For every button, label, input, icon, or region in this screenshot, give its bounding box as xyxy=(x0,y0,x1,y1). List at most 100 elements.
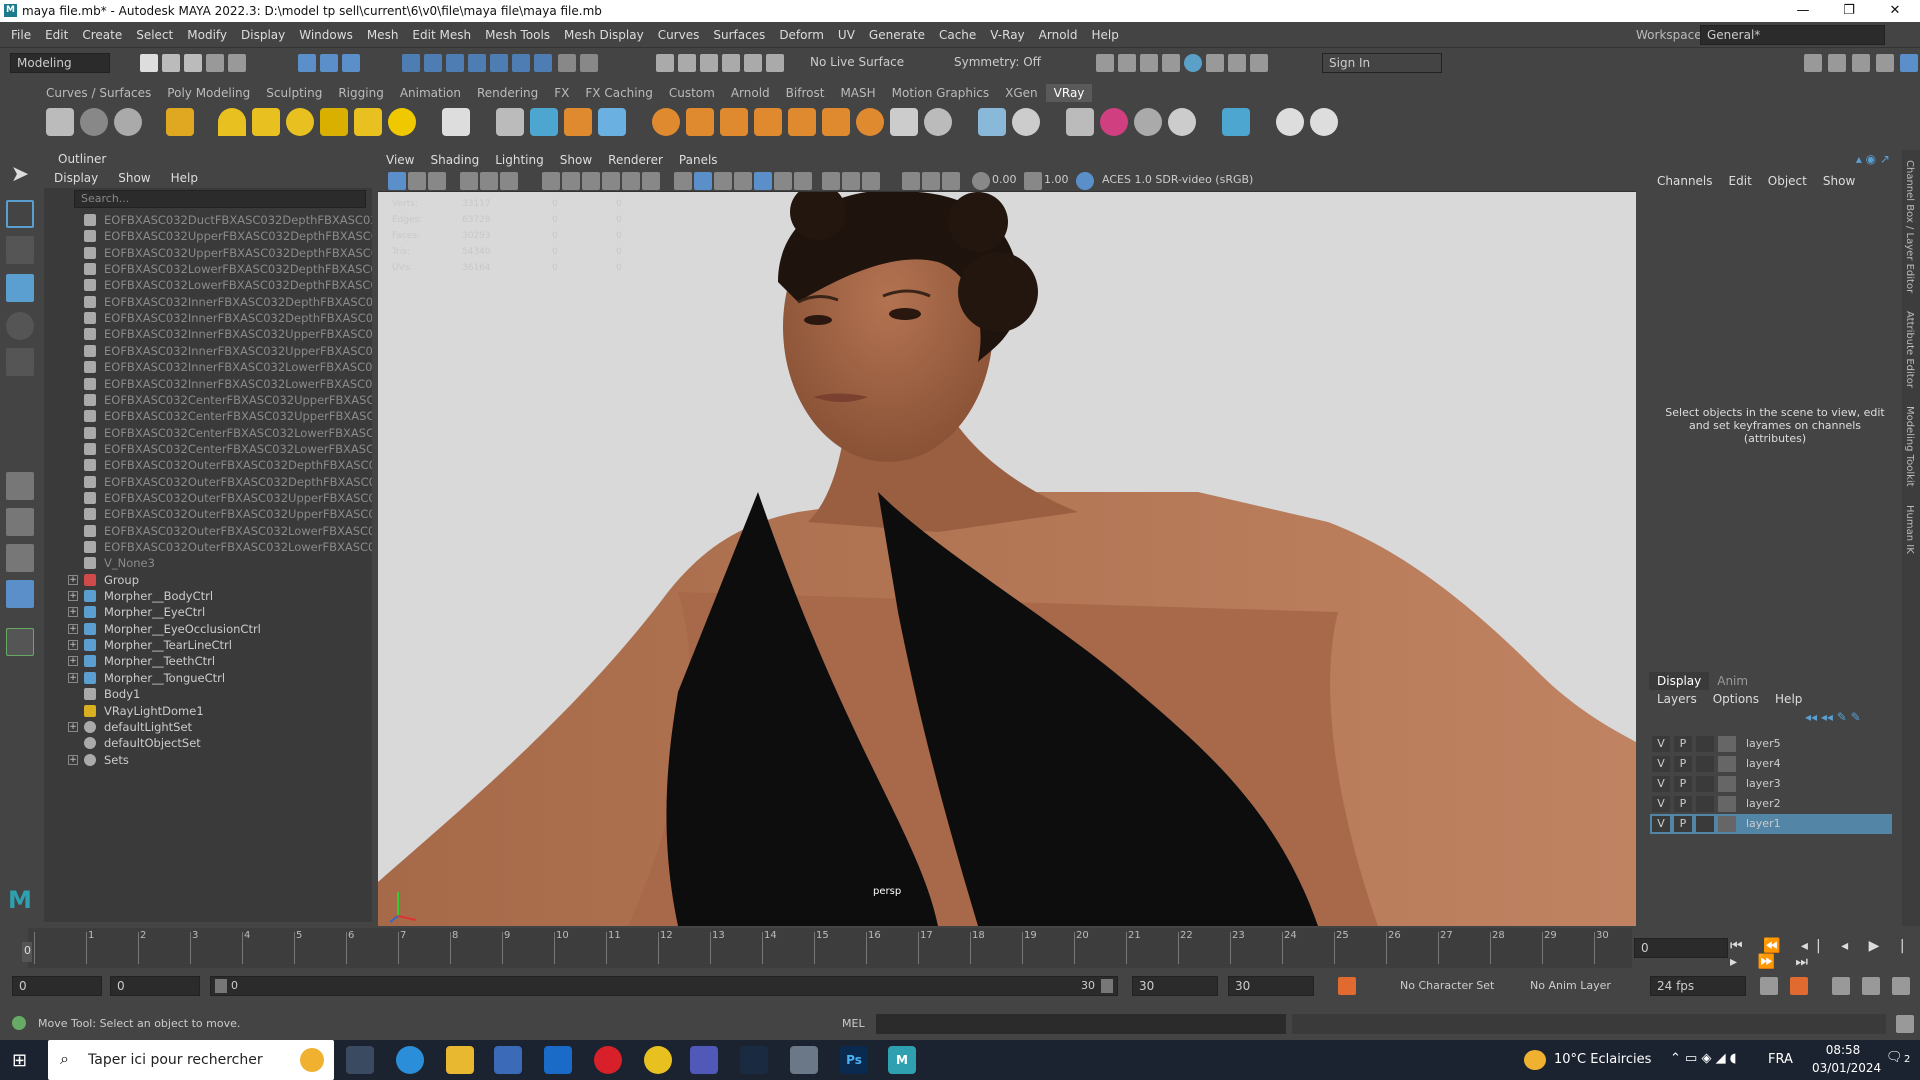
single-view-icon[interactable] xyxy=(6,472,34,500)
rotate-tool-icon[interactable] xyxy=(6,312,34,340)
select-component-icon[interactable] xyxy=(342,54,360,72)
vray-hair-icon[interactable] xyxy=(720,108,748,136)
vray-vfb-icon[interactable] xyxy=(166,108,194,136)
menu-item[interactable]: File xyxy=(4,22,38,48)
menu-item[interactable]: Surfaces xyxy=(706,22,772,48)
range-slider-start-handle[interactable] xyxy=(215,979,227,993)
playback-controls[interactable]: ⏮ ⏪ ◂| ◂ ▶ |▸ ⏩ ⏭ xyxy=(1730,938,1920,970)
menuset-dropdown[interactable]: Modeling xyxy=(10,53,110,73)
outliner-layout-icon[interactable] xyxy=(6,580,34,608)
safe-action-icon[interactable] xyxy=(642,172,660,190)
input-language[interactable]: FRA xyxy=(1768,1052,1793,1067)
menu-item[interactable]: Help xyxy=(1085,22,1126,48)
vray-cloud-icon[interactable] xyxy=(1276,108,1304,136)
menu-item[interactable]: UV xyxy=(831,22,862,48)
live-surface-field[interactable]: No Live Surface xyxy=(804,53,924,73)
taskbar-search-text[interactable]: Taper ici pour rechercher xyxy=(88,1052,263,1068)
symmetry-dropdown[interactable]: Symmetry: Off xyxy=(948,53,1058,73)
character-set-dropdown[interactable]: No Character Set xyxy=(1400,979,1494,992)
vray-displacement-icon[interactable] xyxy=(686,108,714,136)
gamma-value[interactable]: 1.00 xyxy=(1044,173,1069,186)
ies-light-icon[interactable] xyxy=(354,108,382,136)
layer-playback-toggle[interactable]: P xyxy=(1674,816,1692,832)
menu-item[interactable]: Curves xyxy=(651,22,707,48)
expand-icon[interactable]: + xyxy=(68,574,78,585)
human-ik-icon[interactable] xyxy=(1828,54,1846,72)
weather-icon[interactable] xyxy=(1524,1050,1546,1070)
layer-row[interactable]: V Player1 xyxy=(1650,814,1892,834)
smooth-shade-icon[interactable] xyxy=(694,172,712,190)
expand-icon[interactable]: + xyxy=(68,721,78,732)
layer-playback-toggle[interactable]: P xyxy=(1674,796,1692,812)
vray-grid-icon[interactable] xyxy=(788,108,816,136)
vray-volume-icon[interactable] xyxy=(598,108,626,136)
field-chart-icon[interactable] xyxy=(622,172,640,190)
vray-scene-icon[interactable] xyxy=(530,108,558,136)
viewport-menu-item[interactable]: Shading xyxy=(422,150,487,170)
shelf-tab[interactable]: Poly Modeling xyxy=(159,84,258,102)
lasso-tool-icon[interactable] xyxy=(6,200,34,228)
history-icon[interactable] xyxy=(580,54,598,72)
resolution-gate-icon[interactable] xyxy=(582,172,600,190)
layer-row[interactable]: V Player4 xyxy=(1650,754,1892,774)
magnet-icon[interactable] xyxy=(722,54,740,72)
menu-item[interactable]: Edit xyxy=(38,22,75,48)
menu-item[interactable]: Modify xyxy=(180,22,234,48)
expand-icon[interactable]: + xyxy=(68,591,78,602)
pen-icon[interactable] xyxy=(766,54,784,72)
minimize-button[interactable]: — xyxy=(1780,0,1826,22)
snap-surface-icon[interactable] xyxy=(490,54,508,72)
undo-icon[interactable] xyxy=(206,54,224,72)
teams-icon[interactable] xyxy=(690,1046,718,1074)
key-icon[interactable] xyxy=(1790,977,1808,995)
snap-view-icon[interactable] xyxy=(512,54,530,72)
layer-menu-item[interactable]: Options xyxy=(1705,690,1767,708)
menu-item[interactable]: Edit Mesh xyxy=(405,22,478,48)
time-ruler[interactable]: 1 2 3 4 5 6 7 8 9 10 11 12 13 14 15 16 17 18 19 20 21 22 23 24 2… xyxy=(28,928,1632,968)
layer-name[interactable]: layer4 xyxy=(1746,754,1781,774)
shelf-tab[interactable]: Curves / Surfaces xyxy=(38,84,159,102)
layer-playback-toggle[interactable]: P xyxy=(1674,776,1692,792)
menu-item[interactable]: Select xyxy=(129,22,180,48)
layer-visibility-toggle[interactable]: V xyxy=(1652,736,1670,752)
side-tab[interactable]: Channel Box / Layer Editor xyxy=(1904,160,1915,293)
vray-render-elements-icon[interactable] xyxy=(1012,108,1040,136)
dome-light-icon[interactable] xyxy=(218,108,246,136)
viewport-menu-item[interactable]: Renderer xyxy=(600,150,671,170)
current-frame-field[interactable]: 0 xyxy=(1634,938,1728,958)
menu-item[interactable]: Mesh Display xyxy=(557,22,651,48)
menu-item[interactable]: Deform xyxy=(772,22,831,48)
vray-snap-icon[interactable] xyxy=(1222,108,1250,136)
vray-shadow-icon[interactable] xyxy=(856,108,884,136)
workspace-dropdown[interactable]: General* xyxy=(1700,25,1885,45)
scene-end-field[interactable]: 30 xyxy=(1228,976,1314,996)
menu-item[interactable]: Mesh xyxy=(360,22,406,48)
layer-visibility-toggle[interactable]: V xyxy=(1652,776,1670,792)
paint-select-icon[interactable] xyxy=(6,236,34,264)
close-button[interactable]: ✕ xyxy=(1872,0,1918,22)
outliner-search-input[interactable]: Search... xyxy=(74,190,366,208)
menu-item[interactable]: Arnold xyxy=(1032,22,1085,48)
exposure-icon[interactable] xyxy=(972,172,990,190)
render-sequence-icon[interactable] xyxy=(1118,54,1136,72)
construction-history-icon[interactable] xyxy=(700,54,718,72)
shelf-tab[interactable]: MASH xyxy=(832,84,883,102)
file-explorer-icon[interactable] xyxy=(446,1046,474,1074)
menu-item[interactable]: Mesh Tools xyxy=(478,22,557,48)
redo-icon[interactable] xyxy=(228,54,246,72)
menu-item[interactable]: Windows xyxy=(292,22,360,48)
viewport-scene[interactable]: Verts: 33117 0 0 Edges: 63728 0 0 Faces: 30293 0 0 T… xyxy=(378,192,1636,926)
layer-row[interactable]: V Player5 xyxy=(1650,734,1892,754)
range-slider[interactable]: 0 30 xyxy=(210,976,1118,996)
vray-decal-icon[interactable] xyxy=(754,108,782,136)
bookmark-icon[interactable] xyxy=(428,172,446,190)
channel-menu-item[interactable]: Edit xyxy=(1721,174,1760,188)
select-hierarchy-icon[interactable] xyxy=(298,54,316,72)
tray-icons[interactable]: ⌃ ▭ ◈ ◢ ◖ xyxy=(1670,1051,1737,1066)
isolate-select-icon[interactable] xyxy=(822,172,840,190)
modeling-toolkit-icon[interactable] xyxy=(1804,54,1822,72)
start-icon[interactable]: ⊞ xyxy=(12,1050,27,1071)
vray-proxy-icon[interactable] xyxy=(80,108,108,136)
viewport-menu-item[interactable]: Show xyxy=(552,150,600,170)
animation-prefs-icon[interactable] xyxy=(1892,977,1910,995)
